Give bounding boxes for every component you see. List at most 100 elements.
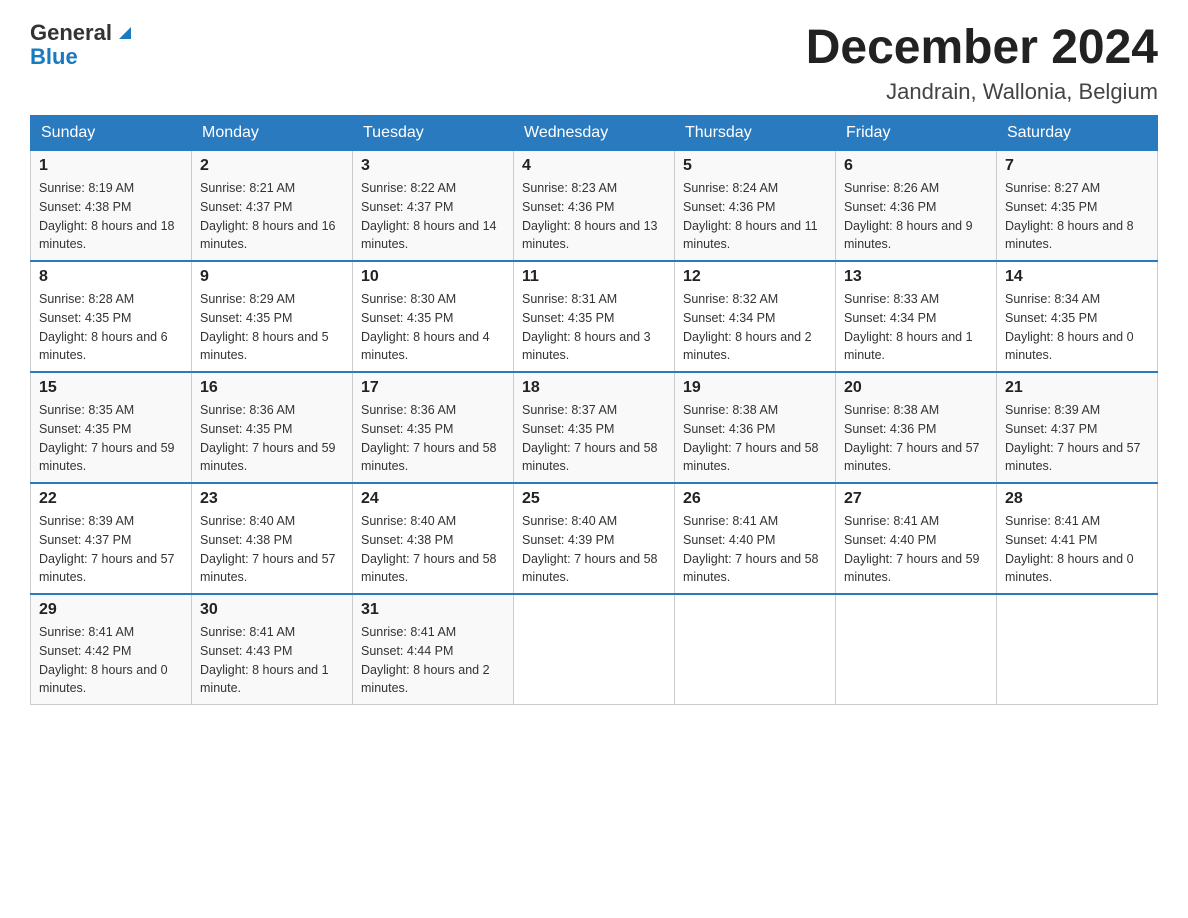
calendar-week-row: 22 Sunrise: 8:39 AM Sunset: 4:37 PM Dayl…	[31, 483, 1158, 594]
calendar-cell: 7 Sunrise: 8:27 AM Sunset: 4:35 PM Dayli…	[997, 151, 1158, 262]
calendar-cell: 6 Sunrise: 8:26 AM Sunset: 4:36 PM Dayli…	[836, 151, 997, 262]
title-area: December 2024 Jandrain, Wallonia, Belgiu…	[806, 20, 1158, 105]
logo-triangle-icon	[114, 22, 136, 44]
day-number: 3	[361, 157, 505, 175]
calendar-cell	[675, 594, 836, 705]
calendar-cell	[836, 594, 997, 705]
day-number: 7	[1005, 157, 1149, 175]
calendar-cell	[997, 594, 1158, 705]
calendar-cell: 12 Sunrise: 8:32 AM Sunset: 4:34 PM Dayl…	[675, 261, 836, 372]
day-number: 13	[844, 268, 988, 286]
day-info: Sunrise: 8:36 AM Sunset: 4:35 PM Dayligh…	[200, 401, 344, 476]
day-info: Sunrise: 8:41 AM Sunset: 4:44 PM Dayligh…	[361, 623, 505, 698]
day-number: 10	[361, 268, 505, 286]
header-thursday: Thursday	[675, 116, 836, 151]
location-subtitle: Jandrain, Wallonia, Belgium	[806, 79, 1158, 105]
day-number: 29	[39, 601, 183, 619]
day-info: Sunrise: 8:41 AM Sunset: 4:41 PM Dayligh…	[1005, 512, 1149, 587]
day-info: Sunrise: 8:37 AM Sunset: 4:35 PM Dayligh…	[522, 401, 666, 476]
day-number: 11	[522, 268, 666, 286]
day-number: 2	[200, 157, 344, 175]
calendar-table: Sunday Monday Tuesday Wednesday Thursday…	[30, 115, 1158, 705]
calendar-cell: 16 Sunrise: 8:36 AM Sunset: 4:35 PM Dayl…	[192, 372, 353, 483]
header-friday: Friday	[836, 116, 997, 151]
calendar-cell	[514, 594, 675, 705]
day-info: Sunrise: 8:41 AM Sunset: 4:43 PM Dayligh…	[200, 623, 344, 698]
day-info: Sunrise: 8:26 AM Sunset: 4:36 PM Dayligh…	[844, 179, 988, 254]
calendar-cell: 30 Sunrise: 8:41 AM Sunset: 4:43 PM Dayl…	[192, 594, 353, 705]
day-number: 26	[683, 490, 827, 508]
day-info: Sunrise: 8:19 AM Sunset: 4:38 PM Dayligh…	[39, 179, 183, 254]
calendar-cell: 13 Sunrise: 8:33 AM Sunset: 4:34 PM Dayl…	[836, 261, 997, 372]
day-number: 19	[683, 379, 827, 397]
day-info: Sunrise: 8:40 AM Sunset: 4:38 PM Dayligh…	[361, 512, 505, 587]
day-number: 23	[200, 490, 344, 508]
day-number: 1	[39, 157, 183, 175]
day-info: Sunrise: 8:38 AM Sunset: 4:36 PM Dayligh…	[683, 401, 827, 476]
day-number: 12	[683, 268, 827, 286]
calendar-cell: 25 Sunrise: 8:40 AM Sunset: 4:39 PM Dayl…	[514, 483, 675, 594]
day-info: Sunrise: 8:29 AM Sunset: 4:35 PM Dayligh…	[200, 290, 344, 365]
calendar-cell: 21 Sunrise: 8:39 AM Sunset: 4:37 PM Dayl…	[997, 372, 1158, 483]
calendar-cell: 4 Sunrise: 8:23 AM Sunset: 4:36 PM Dayli…	[514, 151, 675, 262]
calendar-cell: 14 Sunrise: 8:34 AM Sunset: 4:35 PM Dayl…	[997, 261, 1158, 372]
day-number: 21	[1005, 379, 1149, 397]
day-number: 18	[522, 379, 666, 397]
day-number: 8	[39, 268, 183, 286]
calendar-cell: 20 Sunrise: 8:38 AM Sunset: 4:36 PM Dayl…	[836, 372, 997, 483]
calendar-cell: 24 Sunrise: 8:40 AM Sunset: 4:38 PM Dayl…	[353, 483, 514, 594]
day-number: 15	[39, 379, 183, 397]
day-number: 27	[844, 490, 988, 508]
day-number: 30	[200, 601, 344, 619]
day-number: 31	[361, 601, 505, 619]
day-info: Sunrise: 8:41 AM Sunset: 4:40 PM Dayligh…	[683, 512, 827, 587]
day-number: 22	[39, 490, 183, 508]
calendar-cell: 15 Sunrise: 8:35 AM Sunset: 4:35 PM Dayl…	[31, 372, 192, 483]
logo-blue: Blue	[30, 44, 136, 70]
day-number: 5	[683, 157, 827, 175]
day-info: Sunrise: 8:22 AM Sunset: 4:37 PM Dayligh…	[361, 179, 505, 254]
calendar-cell: 11 Sunrise: 8:31 AM Sunset: 4:35 PM Dayl…	[514, 261, 675, 372]
day-number: 20	[844, 379, 988, 397]
day-info: Sunrise: 8:40 AM Sunset: 4:38 PM Dayligh…	[200, 512, 344, 587]
calendar-cell: 18 Sunrise: 8:37 AM Sunset: 4:35 PM Dayl…	[514, 372, 675, 483]
calendar-cell: 2 Sunrise: 8:21 AM Sunset: 4:37 PM Dayli…	[192, 151, 353, 262]
calendar-week-row: 29 Sunrise: 8:41 AM Sunset: 4:42 PM Dayl…	[31, 594, 1158, 705]
calendar-week-row: 1 Sunrise: 8:19 AM Sunset: 4:38 PM Dayli…	[31, 151, 1158, 262]
calendar-cell: 17 Sunrise: 8:36 AM Sunset: 4:35 PM Dayl…	[353, 372, 514, 483]
calendar-cell: 29 Sunrise: 8:41 AM Sunset: 4:42 PM Dayl…	[31, 594, 192, 705]
calendar-cell: 5 Sunrise: 8:24 AM Sunset: 4:36 PM Dayli…	[675, 151, 836, 262]
day-info: Sunrise: 8:21 AM Sunset: 4:37 PM Dayligh…	[200, 179, 344, 254]
day-info: Sunrise: 8:36 AM Sunset: 4:35 PM Dayligh…	[361, 401, 505, 476]
calendar-cell: 19 Sunrise: 8:38 AM Sunset: 4:36 PM Dayl…	[675, 372, 836, 483]
header-row: Sunday Monday Tuesday Wednesday Thursday…	[31, 116, 1158, 151]
logo-general: General	[30, 20, 112, 46]
day-info: Sunrise: 8:38 AM Sunset: 4:36 PM Dayligh…	[844, 401, 988, 476]
day-number: 6	[844, 157, 988, 175]
header: General Blue December 2024 Jandrain, Wal…	[30, 20, 1158, 105]
day-number: 16	[200, 379, 344, 397]
day-info: Sunrise: 8:39 AM Sunset: 4:37 PM Dayligh…	[1005, 401, 1149, 476]
day-number: 4	[522, 157, 666, 175]
day-number: 9	[200, 268, 344, 286]
day-info: Sunrise: 8:24 AM Sunset: 4:36 PM Dayligh…	[683, 179, 827, 254]
day-number: 28	[1005, 490, 1149, 508]
logo: General Blue	[30, 20, 136, 71]
calendar-cell: 22 Sunrise: 8:39 AM Sunset: 4:37 PM Dayl…	[31, 483, 192, 594]
header-monday: Monday	[192, 116, 353, 151]
calendar-cell: 9 Sunrise: 8:29 AM Sunset: 4:35 PM Dayli…	[192, 261, 353, 372]
calendar-cell: 10 Sunrise: 8:30 AM Sunset: 4:35 PM Dayl…	[353, 261, 514, 372]
day-info: Sunrise: 8:41 AM Sunset: 4:40 PM Dayligh…	[844, 512, 988, 587]
calendar-week-row: 15 Sunrise: 8:35 AM Sunset: 4:35 PM Dayl…	[31, 372, 1158, 483]
day-info: Sunrise: 8:39 AM Sunset: 4:37 PM Dayligh…	[39, 512, 183, 587]
day-info: Sunrise: 8:33 AM Sunset: 4:34 PM Dayligh…	[844, 290, 988, 365]
calendar-week-row: 8 Sunrise: 8:28 AM Sunset: 4:35 PM Dayli…	[31, 261, 1158, 372]
day-number: 17	[361, 379, 505, 397]
calendar-cell: 26 Sunrise: 8:41 AM Sunset: 4:40 PM Dayl…	[675, 483, 836, 594]
day-number: 14	[1005, 268, 1149, 286]
day-info: Sunrise: 8:34 AM Sunset: 4:35 PM Dayligh…	[1005, 290, 1149, 365]
calendar-cell: 3 Sunrise: 8:22 AM Sunset: 4:37 PM Dayli…	[353, 151, 514, 262]
calendar-cell: 27 Sunrise: 8:41 AM Sunset: 4:40 PM Dayl…	[836, 483, 997, 594]
month-title: December 2024	[806, 20, 1158, 75]
header-saturday: Saturday	[997, 116, 1158, 151]
